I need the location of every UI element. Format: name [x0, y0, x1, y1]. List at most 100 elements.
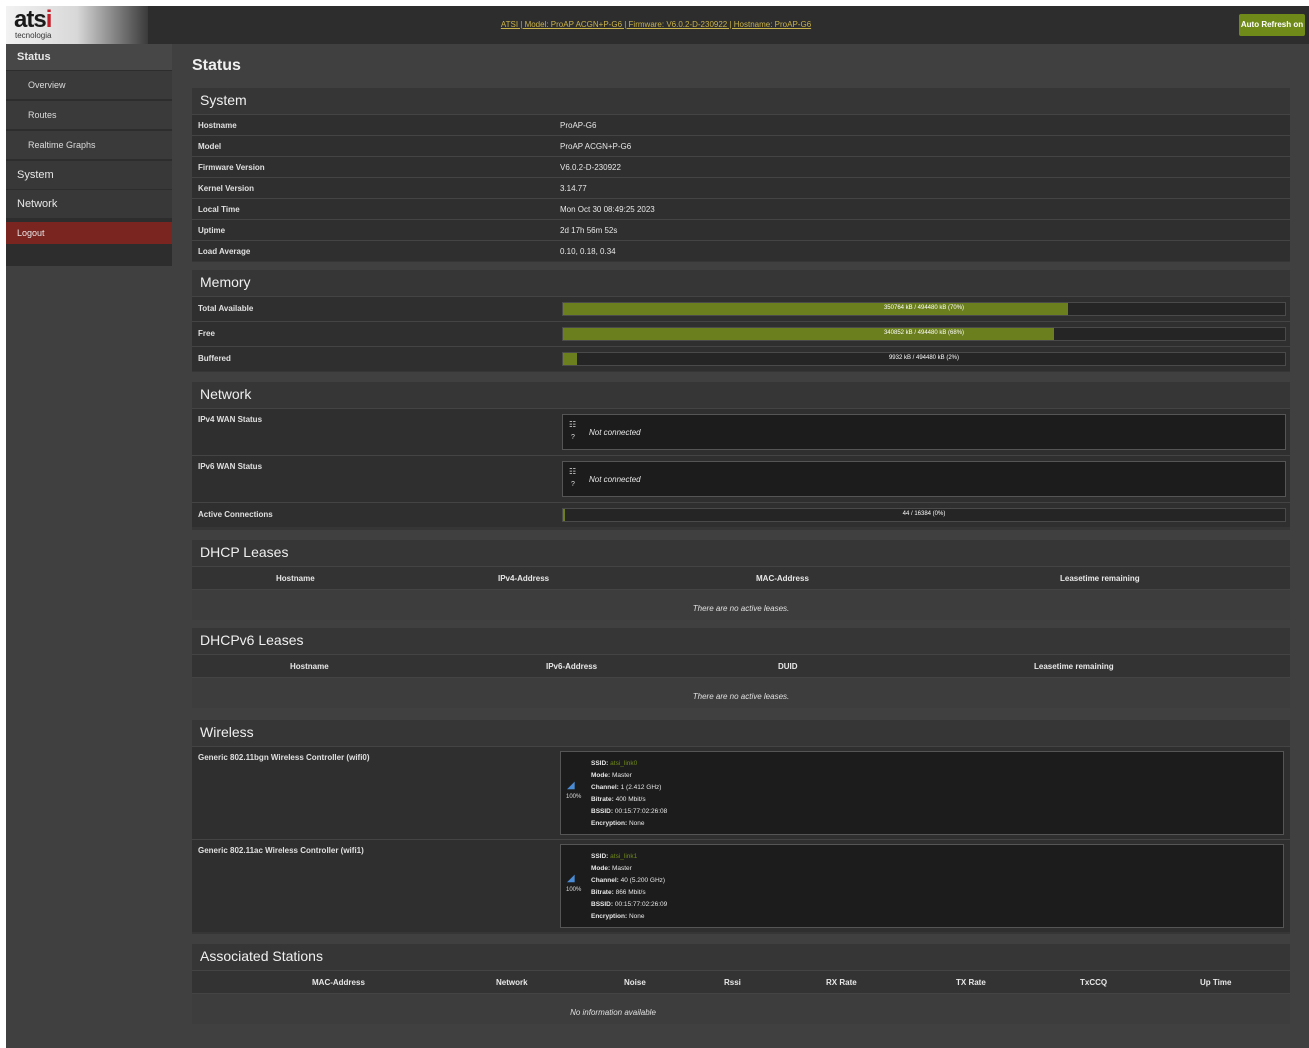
row-value: Mon Oct 30 08:49:25 2023: [560, 205, 655, 214]
row-label: Total Available: [198, 304, 254, 313]
row-label: IPv4 WAN Status: [198, 415, 263, 424]
row-label: Hostname: [198, 121, 237, 130]
table-row: Local Time Mon Oct 30 08:49:25 2023: [192, 198, 1290, 219]
wireless-info-box: ◢ 100% SSID: atsi_link1 Mode: Master Cha…: [560, 844, 1284, 928]
row-label: Generic 802.11bgn Wireless Controller (w…: [198, 753, 370, 762]
progress-text: 350764 kB / 494480 kB (70%): [883, 305, 965, 311]
progress-bar: 44 / 16384 (0%): [562, 508, 1286, 522]
table-row: There are no active leases.: [192, 589, 1290, 620]
signal-percent: 100%: [566, 887, 582, 893]
column-header: TX Rate: [956, 978, 986, 987]
ipv4-status-text: Not connected: [589, 428, 641, 437]
column-header: Hostname: [276, 574, 315, 583]
table-row: Model ProAP ACGN+P-G6: [192, 135, 1290, 156]
signal-percent: 100%: [566, 794, 582, 800]
table-header: Hostname IPv4-Address MAC-Address Leaset…: [192, 566, 1290, 589]
column-header: RX Rate: [826, 978, 857, 987]
column-header: TxCCQ: [1080, 978, 1108, 987]
memory-row-buffered: Buffered 9932 kB / 494480 kB (2%): [192, 346, 1290, 371]
dhcp-leases-section: DHCP Leases Hostname IPv4-Address MAC-Ad…: [192, 540, 1290, 620]
column-header: IPv6-Address: [546, 662, 598, 671]
brand-logo[interactable]: atsi tecnologia: [6, 6, 148, 44]
encryption-value: None: [628, 820, 645, 827]
wireless-title: Wireless: [200, 724, 254, 740]
row-label: Local Time: [198, 205, 240, 214]
channel-value: 1 (2.412 GHz): [620, 784, 662, 791]
memory-row-free: Free 340852 kB / 494480 kB (68%): [192, 321, 1290, 346]
channel-value: 40 (5.200 GHz): [620, 877, 666, 884]
app-window: atsi tecnologia ATSI | Model: ProAP ACGN…: [6, 6, 1309, 1048]
sidebar-item-routes[interactable]: Routes: [6, 101, 194, 129]
bitrate-value: 866 Mbit/s: [615, 889, 646, 896]
column-header: Hostname: [290, 662, 329, 671]
bssid-value: 00:15:77:02:26:09: [614, 901, 668, 908]
sidebar-item-realtime-graphs[interactable]: Realtime Graphs: [6, 131, 194, 159]
row-label: Buffered: [198, 354, 231, 363]
row-label: Generic 802.11ac Wireless Controller (wi…: [198, 846, 364, 855]
table-row: Hostname ProAP-G6: [192, 114, 1290, 135]
unknown-icon: ?: [571, 434, 575, 441]
ipv6-status-text: Not connected: [589, 475, 641, 484]
wireless-device-row: Generic 802.11bgn Wireless Controller (w…: [192, 746, 1290, 839]
system-section: System Hostname ProAP-G6 Model ProAP ACG…: [192, 88, 1290, 262]
column-header: Network: [496, 978, 528, 987]
row-value: 3.14.77: [560, 184, 587, 193]
progress-text: 44 / 16384 (0%): [902, 511, 946, 517]
network-section: Network IPv4 WAN Status ☷ ? Not connecte…: [192, 382, 1290, 530]
row-value: 0.10, 0.18, 0.34: [560, 247, 616, 256]
column-header: DUID: [778, 662, 798, 671]
sidebar-item-overview[interactable]: Overview: [6, 71, 194, 99]
row-label: Kernel Version: [198, 184, 255, 193]
ipv4-status-box: ☷ ? Not connected: [562, 414, 1286, 450]
wireless-info-box: ◢ 100% SSID: atsi_link0 Mode: Master Cha…: [560, 751, 1284, 835]
sidebar: Status Overview Routes Realtime Graphs S…: [6, 44, 194, 266]
column-header: Leasetime remaining: [1034, 662, 1114, 671]
main-content: Status System Hostname ProAP-G6 Model Pr…: [172, 44, 1309, 1048]
row-value: ProAP ACGN+P-G6: [560, 142, 632, 151]
memory-section: Memory Total Available 350764 kB / 49448…: [192, 270, 1290, 372]
row-label: Uptime: [198, 226, 226, 235]
column-header: Noise: [624, 978, 646, 987]
network-title: Network: [200, 386, 252, 402]
auto-refresh-button[interactable]: Auto Refresh on: [1239, 14, 1305, 36]
dhcp-title: DHCP Leases: [200, 544, 289, 560]
device-info-link[interactable]: ATSI | Model: ProAP ACGN+P-G6 | Firmware…: [156, 20, 1156, 29]
stations-title: Associated Stations: [200, 948, 323, 964]
signal-icon: ◢: [567, 780, 575, 791]
sidebar-item-logout[interactable]: Logout: [6, 222, 183, 244]
column-header: Leasetime remaining: [1060, 574, 1140, 583]
wireless-details: SSID: atsi_link0 Mode: Master Channel: 1…: [591, 760, 668, 827]
bitrate-value: 400 Mbit/s: [615, 796, 646, 803]
row-value: 2d 17h 56m 52s: [560, 226, 618, 235]
active-connections-row: Active Connections 44 / 16384 (0%): [192, 502, 1290, 527]
system-title: System: [200, 92, 247, 108]
ipv4-wan-row: IPv4 WAN Status ☷ ? Not connected: [192, 408, 1290, 455]
sidebar-item-system[interactable]: System: [6, 161, 183, 189]
table-row: No information available: [192, 993, 1290, 1024]
table-row: Load Average 0.10, 0.18, 0.34: [192, 240, 1290, 261]
table-header: Hostname IPv6-Address DUID Leasetime rem…: [192, 654, 1290, 677]
top-bar: atsi tecnologia ATSI | Model: ProAP ACGN…: [6, 6, 1309, 44]
empty-message: There are no active leases.: [692, 604, 790, 613]
network-port-icon: ☷: [569, 420, 577, 429]
logo-wordmark: atsi: [14, 6, 52, 33]
wireless-device-row: Generic 802.11ac Wireless Controller (wi…: [192, 839, 1290, 932]
row-label: Active Connections: [198, 510, 273, 519]
wireless-section: Wireless Generic 802.11bgn Wireless Cont…: [192, 720, 1290, 934]
table-header: MAC-Address Network Noise Rssi RX Rate T…: [192, 970, 1290, 993]
table-row: There are no active leases.: [192, 677, 1290, 708]
column-header: Rssi: [724, 978, 741, 987]
sidebar-item-network[interactable]: Network: [6, 190, 183, 218]
row-label: Load Average: [198, 247, 251, 256]
progress-bar: 9932 kB / 494480 kB (2%): [562, 352, 1286, 366]
sidebar-item-status[interactable]: Status: [6, 44, 183, 70]
progress-text: 9932 kB / 494480 kB (2%): [888, 355, 960, 361]
mode-value: Master: [611, 772, 632, 779]
empty-message: There are no active leases.: [692, 692, 790, 701]
table-row: Firmware Version V6.0.2-D-230922: [192, 156, 1290, 177]
dhcp6-title: DHCPv6 Leases: [200, 632, 304, 648]
logo-subtitle: tecnologia: [15, 31, 52, 40]
network-port-icon: ☷: [569, 467, 577, 476]
dhcpv6-leases-section: DHCPv6 Leases Hostname IPv6-Address DUID…: [192, 628, 1290, 708]
progress-bar: 350764 kB / 494480 kB (70%): [562, 302, 1286, 316]
